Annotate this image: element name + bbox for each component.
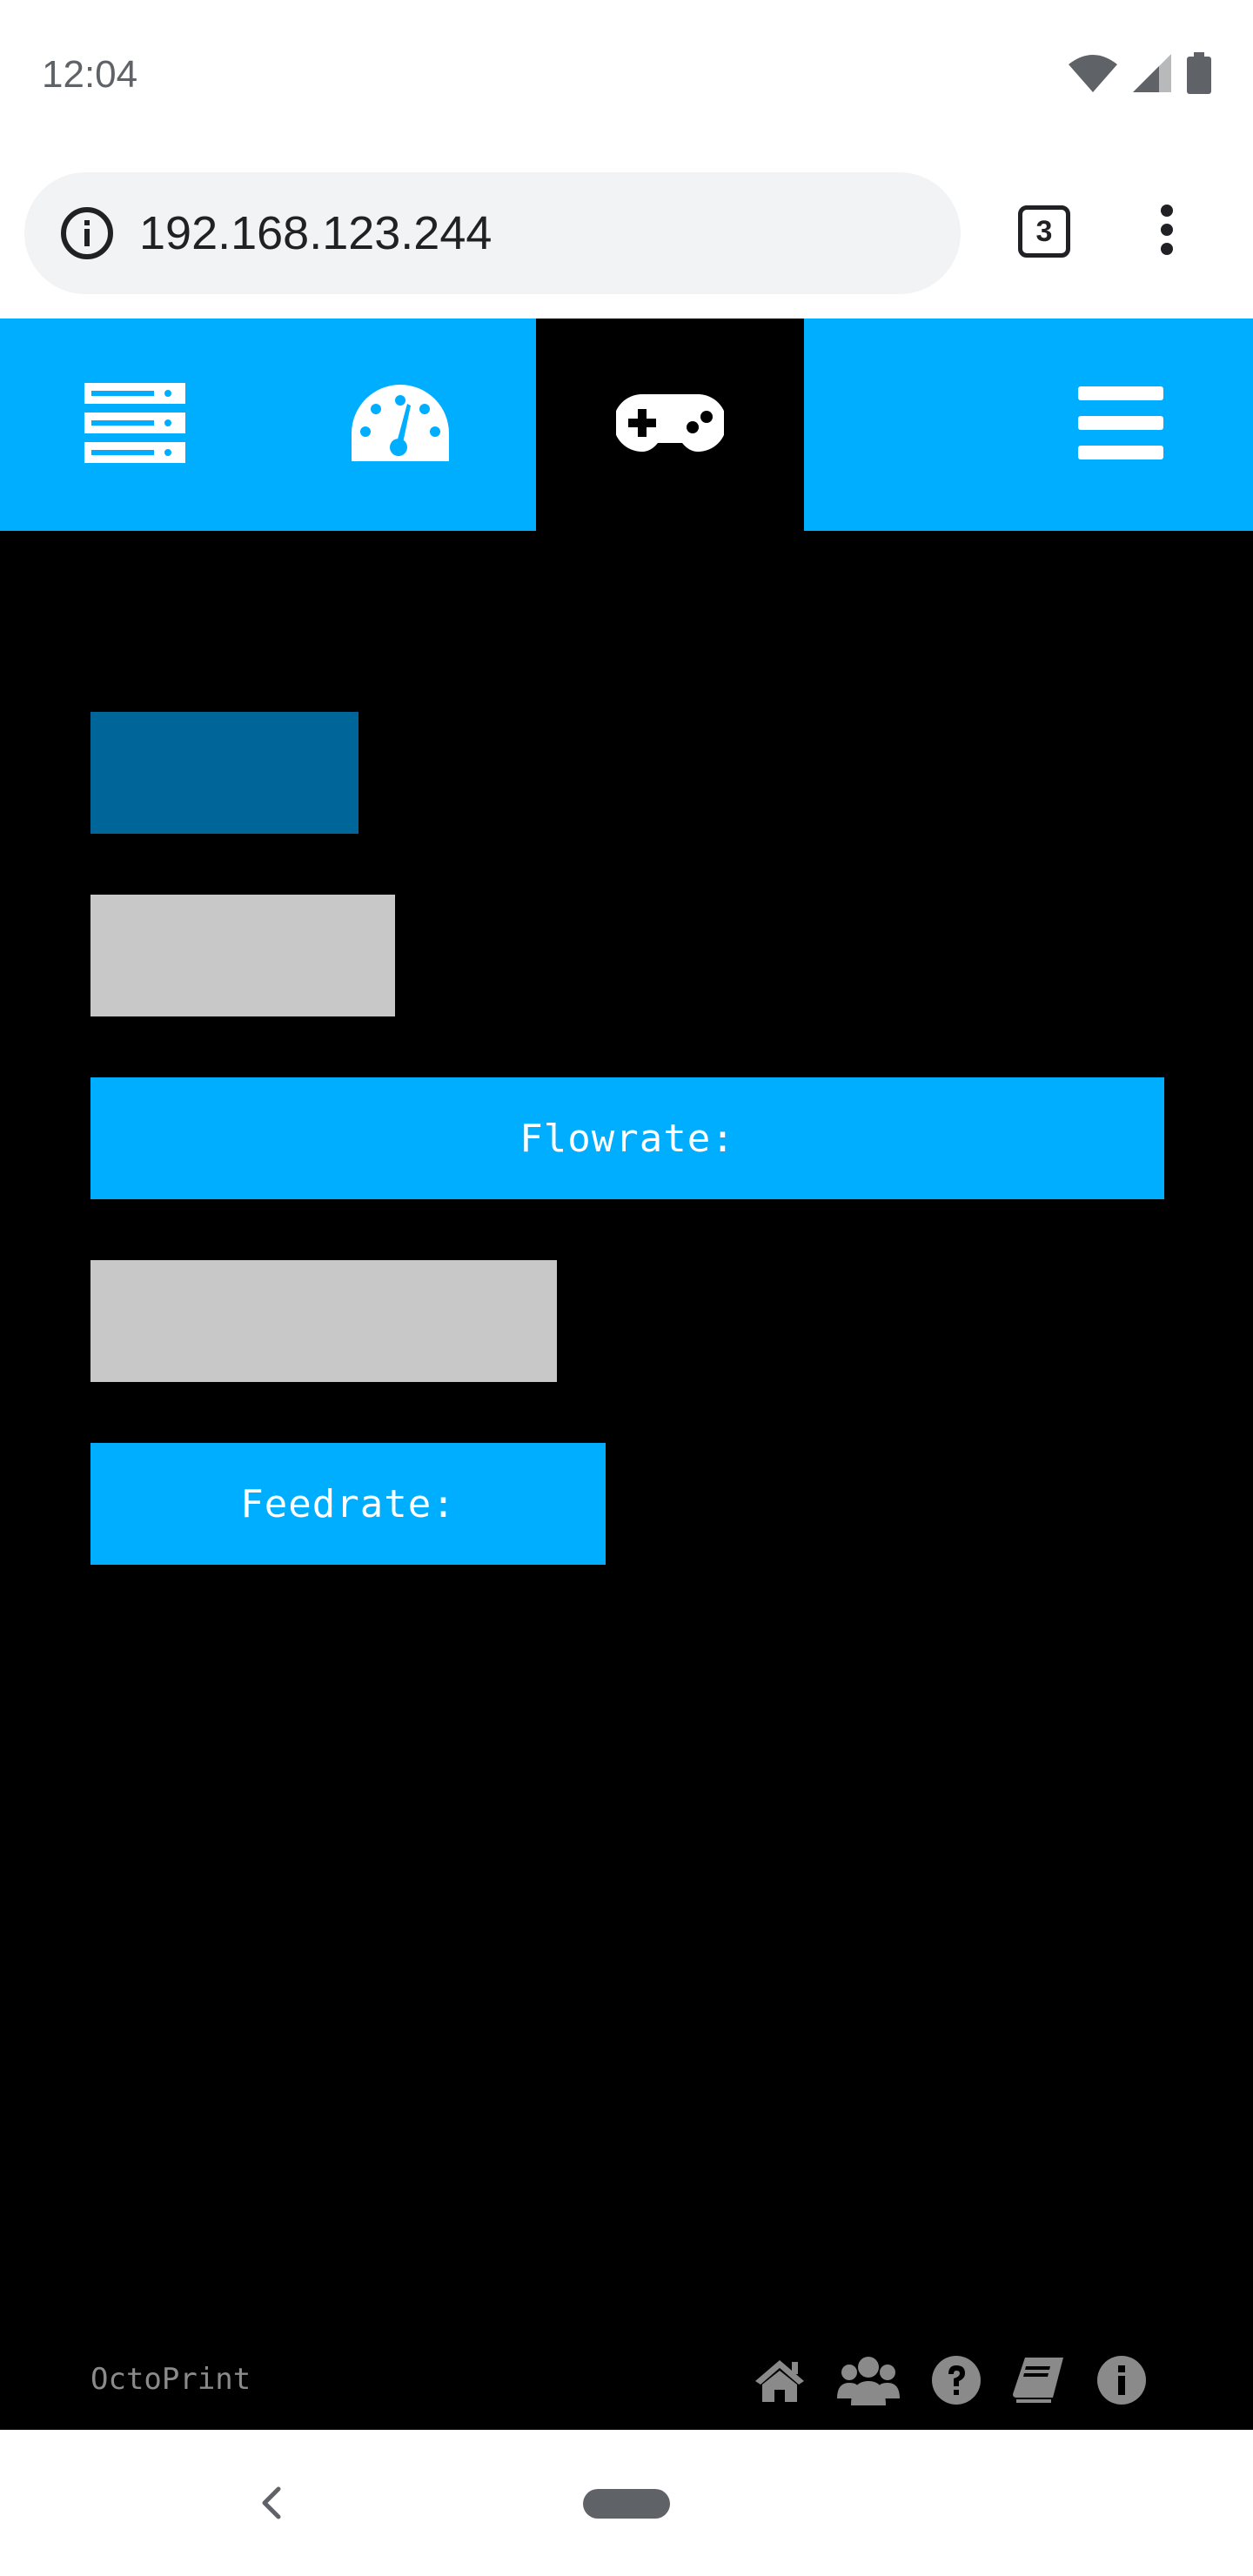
footer-brand[interactable]: OctoPrint [90, 2360, 251, 2398]
address-bar[interactable]: 192.168.123.244 [24, 172, 961, 294]
nav-files-button[interactable] [52, 319, 218, 531]
status-bar: 12:04 [0, 0, 1253, 157]
gamepad-icon [613, 392, 727, 458]
system-nav-bar [0, 2430, 1253, 2576]
footer-links [754, 2350, 1147, 2411]
url-text[interactable]: 192.168.123.244 [139, 204, 492, 263]
hamburger-icon [1078, 386, 1163, 464]
more-vert-icon[interactable] [1154, 202, 1180, 262]
info-circle-icon[interactable] [1096, 2355, 1147, 2405]
nav-dashboard-button[interactable] [322, 319, 479, 531]
app-nav-bar [0, 319, 1253, 531]
control-block-placeholder[interactable] [90, 895, 395, 1016]
wifi-icon [1069, 54, 1117, 97]
feedrate-button[interactable]: Feedrate: [90, 1443, 606, 1565]
status-time: 12:04 [42, 53, 138, 96]
browser-toolbar: 192.168.123.244 3 [0, 157, 1253, 319]
signal-icon [1133, 53, 1171, 97]
nav-control-button[interactable] [536, 319, 804, 531]
gauge-icon [350, 383, 451, 467]
home-pill[interactable] [583, 2489, 670, 2519]
info-icon[interactable] [59, 205, 115, 265]
users-icon[interactable] [837, 2355, 900, 2405]
book-icon[interactable] [1013, 2356, 1065, 2405]
server-stack-icon [84, 382, 185, 467]
control-block-placeholder[interactable] [90, 1260, 557, 1382]
control-block-primary[interactable] [90, 712, 358, 834]
battery-icon [1187, 51, 1211, 98]
help-icon[interactable] [931, 2355, 982, 2405]
status-icons [1069, 49, 1211, 101]
home-icon[interactable] [754, 2358, 806, 2402]
back-icon[interactable] [252, 2468, 287, 2538]
flowrate-button[interactable]: Flowrate: [90, 1077, 1164, 1199]
nav-menu-button[interactable] [1044, 319, 1197, 531]
tab-switcher-button[interactable]: 3 [1018, 205, 1070, 258]
